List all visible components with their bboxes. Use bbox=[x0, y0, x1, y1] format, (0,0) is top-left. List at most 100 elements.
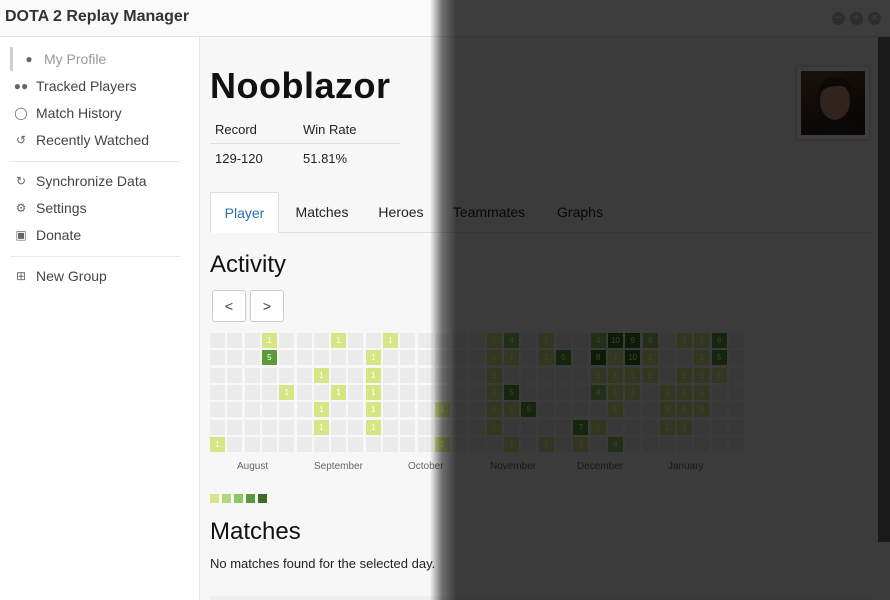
calendar-day[interactable] bbox=[659, 333, 675, 348]
calendar-day[interactable] bbox=[573, 402, 589, 418]
calendar-day[interactable] bbox=[261, 367, 277, 383]
calendar-day[interactable]: 1 bbox=[365, 367, 381, 383]
calendar-day[interactable] bbox=[348, 419, 364, 435]
calendar-day[interactable]: 4 bbox=[590, 333, 606, 348]
calendar-day[interactable] bbox=[279, 419, 295, 435]
calendar-day[interactable] bbox=[400, 402, 416, 418]
calendar-day[interactable] bbox=[417, 419, 433, 435]
calendar-day[interactable] bbox=[452, 419, 468, 435]
calendar-day[interactable] bbox=[590, 402, 606, 418]
calendar-day[interactable]: 8 bbox=[590, 350, 606, 366]
calendar-day[interactable] bbox=[365, 436, 381, 452]
calendar-day[interactable] bbox=[677, 350, 693, 366]
calendar-day[interactable]: 1 bbox=[677, 384, 693, 400]
calendar-day[interactable] bbox=[556, 402, 571, 418]
calendar-day[interactable]: 1 bbox=[365, 350, 381, 366]
calendar-day[interactable] bbox=[469, 402, 485, 418]
calendar-day[interactable]: 1 bbox=[659, 419, 675, 435]
calendar-day[interactable] bbox=[538, 419, 554, 435]
calendar-day[interactable] bbox=[296, 384, 312, 400]
calendar-day[interactable] bbox=[711, 436, 727, 452]
calendar-day[interactable] bbox=[331, 350, 347, 366]
calendar-day[interactable]: 1 bbox=[504, 436, 520, 452]
calendar-day[interactable] bbox=[556, 436, 571, 452]
calendar-day[interactable] bbox=[348, 384, 364, 400]
calendar-day[interactable]: 1 bbox=[365, 419, 381, 435]
calendar-day[interactable]: 1 bbox=[694, 350, 710, 366]
sidebar-item-new-group[interactable]: ⊞ New Group bbox=[14, 265, 107, 287]
calendar-day[interactable] bbox=[642, 436, 658, 452]
calendar-day[interactable] bbox=[400, 367, 416, 383]
calendar-day[interactable] bbox=[556, 367, 571, 383]
calendar-day[interactable] bbox=[521, 384, 537, 400]
tab-graphs[interactable]: Graphs bbox=[548, 192, 612, 232]
calendar-day[interactable] bbox=[227, 367, 243, 383]
calendar-day[interactable] bbox=[417, 402, 433, 418]
calendar-day[interactable]: 1 bbox=[504, 402, 520, 418]
calendar-day[interactable]: 4 bbox=[504, 333, 520, 348]
close-button[interactable]: × bbox=[868, 12, 881, 25]
calendar-day[interactable] bbox=[452, 402, 468, 418]
calendar-day[interactable]: 1 bbox=[313, 419, 329, 435]
calendar-day[interactable]: 1 bbox=[261, 333, 277, 348]
maximize-button[interactable]: + bbox=[850, 12, 863, 25]
calendar-day[interactable]: 1 bbox=[607, 384, 623, 400]
calendar-day[interactable] bbox=[469, 384, 485, 400]
calendar-day[interactable] bbox=[331, 367, 347, 383]
calendar-day[interactable]: 1 bbox=[625, 367, 641, 383]
calendar-day[interactable] bbox=[348, 367, 364, 383]
calendar-day[interactable]: 1 bbox=[434, 402, 450, 418]
calendar-day[interactable] bbox=[261, 436, 277, 452]
calendar-day[interactable] bbox=[313, 436, 329, 452]
calendar-day[interactable] bbox=[400, 419, 416, 435]
calendar-day[interactable]: 10 bbox=[625, 350, 641, 366]
calendar-day[interactable] bbox=[210, 384, 225, 400]
calendar-day[interactable] bbox=[348, 333, 364, 348]
calendar-day[interactable] bbox=[694, 419, 710, 435]
calendar-day[interactable]: 1 bbox=[677, 402, 693, 418]
calendar-day[interactable]: 1 bbox=[607, 367, 623, 383]
calendar-day[interactable]: 1 bbox=[694, 367, 710, 383]
calendar-day[interactable]: 1 bbox=[538, 436, 554, 452]
calendar-day[interactable] bbox=[434, 333, 450, 348]
sidebar-item-recently-watched[interactable]: ↺ Recently Watched bbox=[14, 129, 149, 151]
tab-heroes[interactable]: Heroes bbox=[370, 192, 432, 232]
scrollbar[interactable] bbox=[878, 37, 890, 542]
calendar-day[interactable] bbox=[296, 436, 312, 452]
calendar-day[interactable] bbox=[417, 367, 433, 383]
calendar-day[interactable]: 4 bbox=[590, 384, 606, 400]
calendar-day[interactable] bbox=[210, 333, 225, 348]
calendar-day[interactable] bbox=[417, 436, 433, 452]
calendar-day[interactable] bbox=[573, 367, 589, 383]
calendar-day[interactable] bbox=[400, 333, 416, 348]
next-button[interactable]: > bbox=[250, 290, 284, 322]
calendar-day[interactable] bbox=[538, 402, 554, 418]
calendar-day[interactable] bbox=[556, 333, 571, 348]
calendar-day[interactable] bbox=[279, 436, 295, 452]
calendar-day[interactable] bbox=[659, 350, 675, 366]
calendar-day[interactable] bbox=[244, 384, 260, 400]
calendar-day[interactable] bbox=[729, 436, 744, 452]
calendar-day[interactable] bbox=[400, 436, 416, 452]
calendar-day[interactable]: 1 bbox=[625, 384, 641, 400]
calendar-day[interactable]: 1 bbox=[607, 402, 623, 418]
calendar-day[interactable]: 1 bbox=[331, 384, 347, 400]
calendar-day[interactable] bbox=[711, 384, 727, 400]
calendar-day[interactable] bbox=[659, 367, 675, 383]
calendar-day[interactable] bbox=[452, 350, 468, 366]
calendar-day[interactable] bbox=[261, 384, 277, 400]
calendar-day[interactable] bbox=[400, 350, 416, 366]
calendar-day[interactable] bbox=[434, 384, 450, 400]
calendar-day[interactable] bbox=[348, 402, 364, 418]
calendar-day[interactable]: 1 bbox=[486, 419, 502, 435]
calendar-day[interactable]: 6 bbox=[711, 333, 727, 348]
calendar-day[interactable] bbox=[417, 384, 433, 400]
calendar-day[interactable] bbox=[573, 333, 589, 348]
calendar-day[interactable]: 1 bbox=[694, 384, 710, 400]
calendar-day[interactable] bbox=[348, 350, 364, 366]
calendar-day[interactable]: 1 bbox=[434, 436, 450, 452]
calendar-day[interactable] bbox=[452, 436, 468, 452]
calendar-day[interactable] bbox=[331, 436, 347, 452]
calendar-day[interactable]: 4 bbox=[607, 436, 623, 452]
calendar-day[interactable]: 5 bbox=[711, 350, 727, 366]
